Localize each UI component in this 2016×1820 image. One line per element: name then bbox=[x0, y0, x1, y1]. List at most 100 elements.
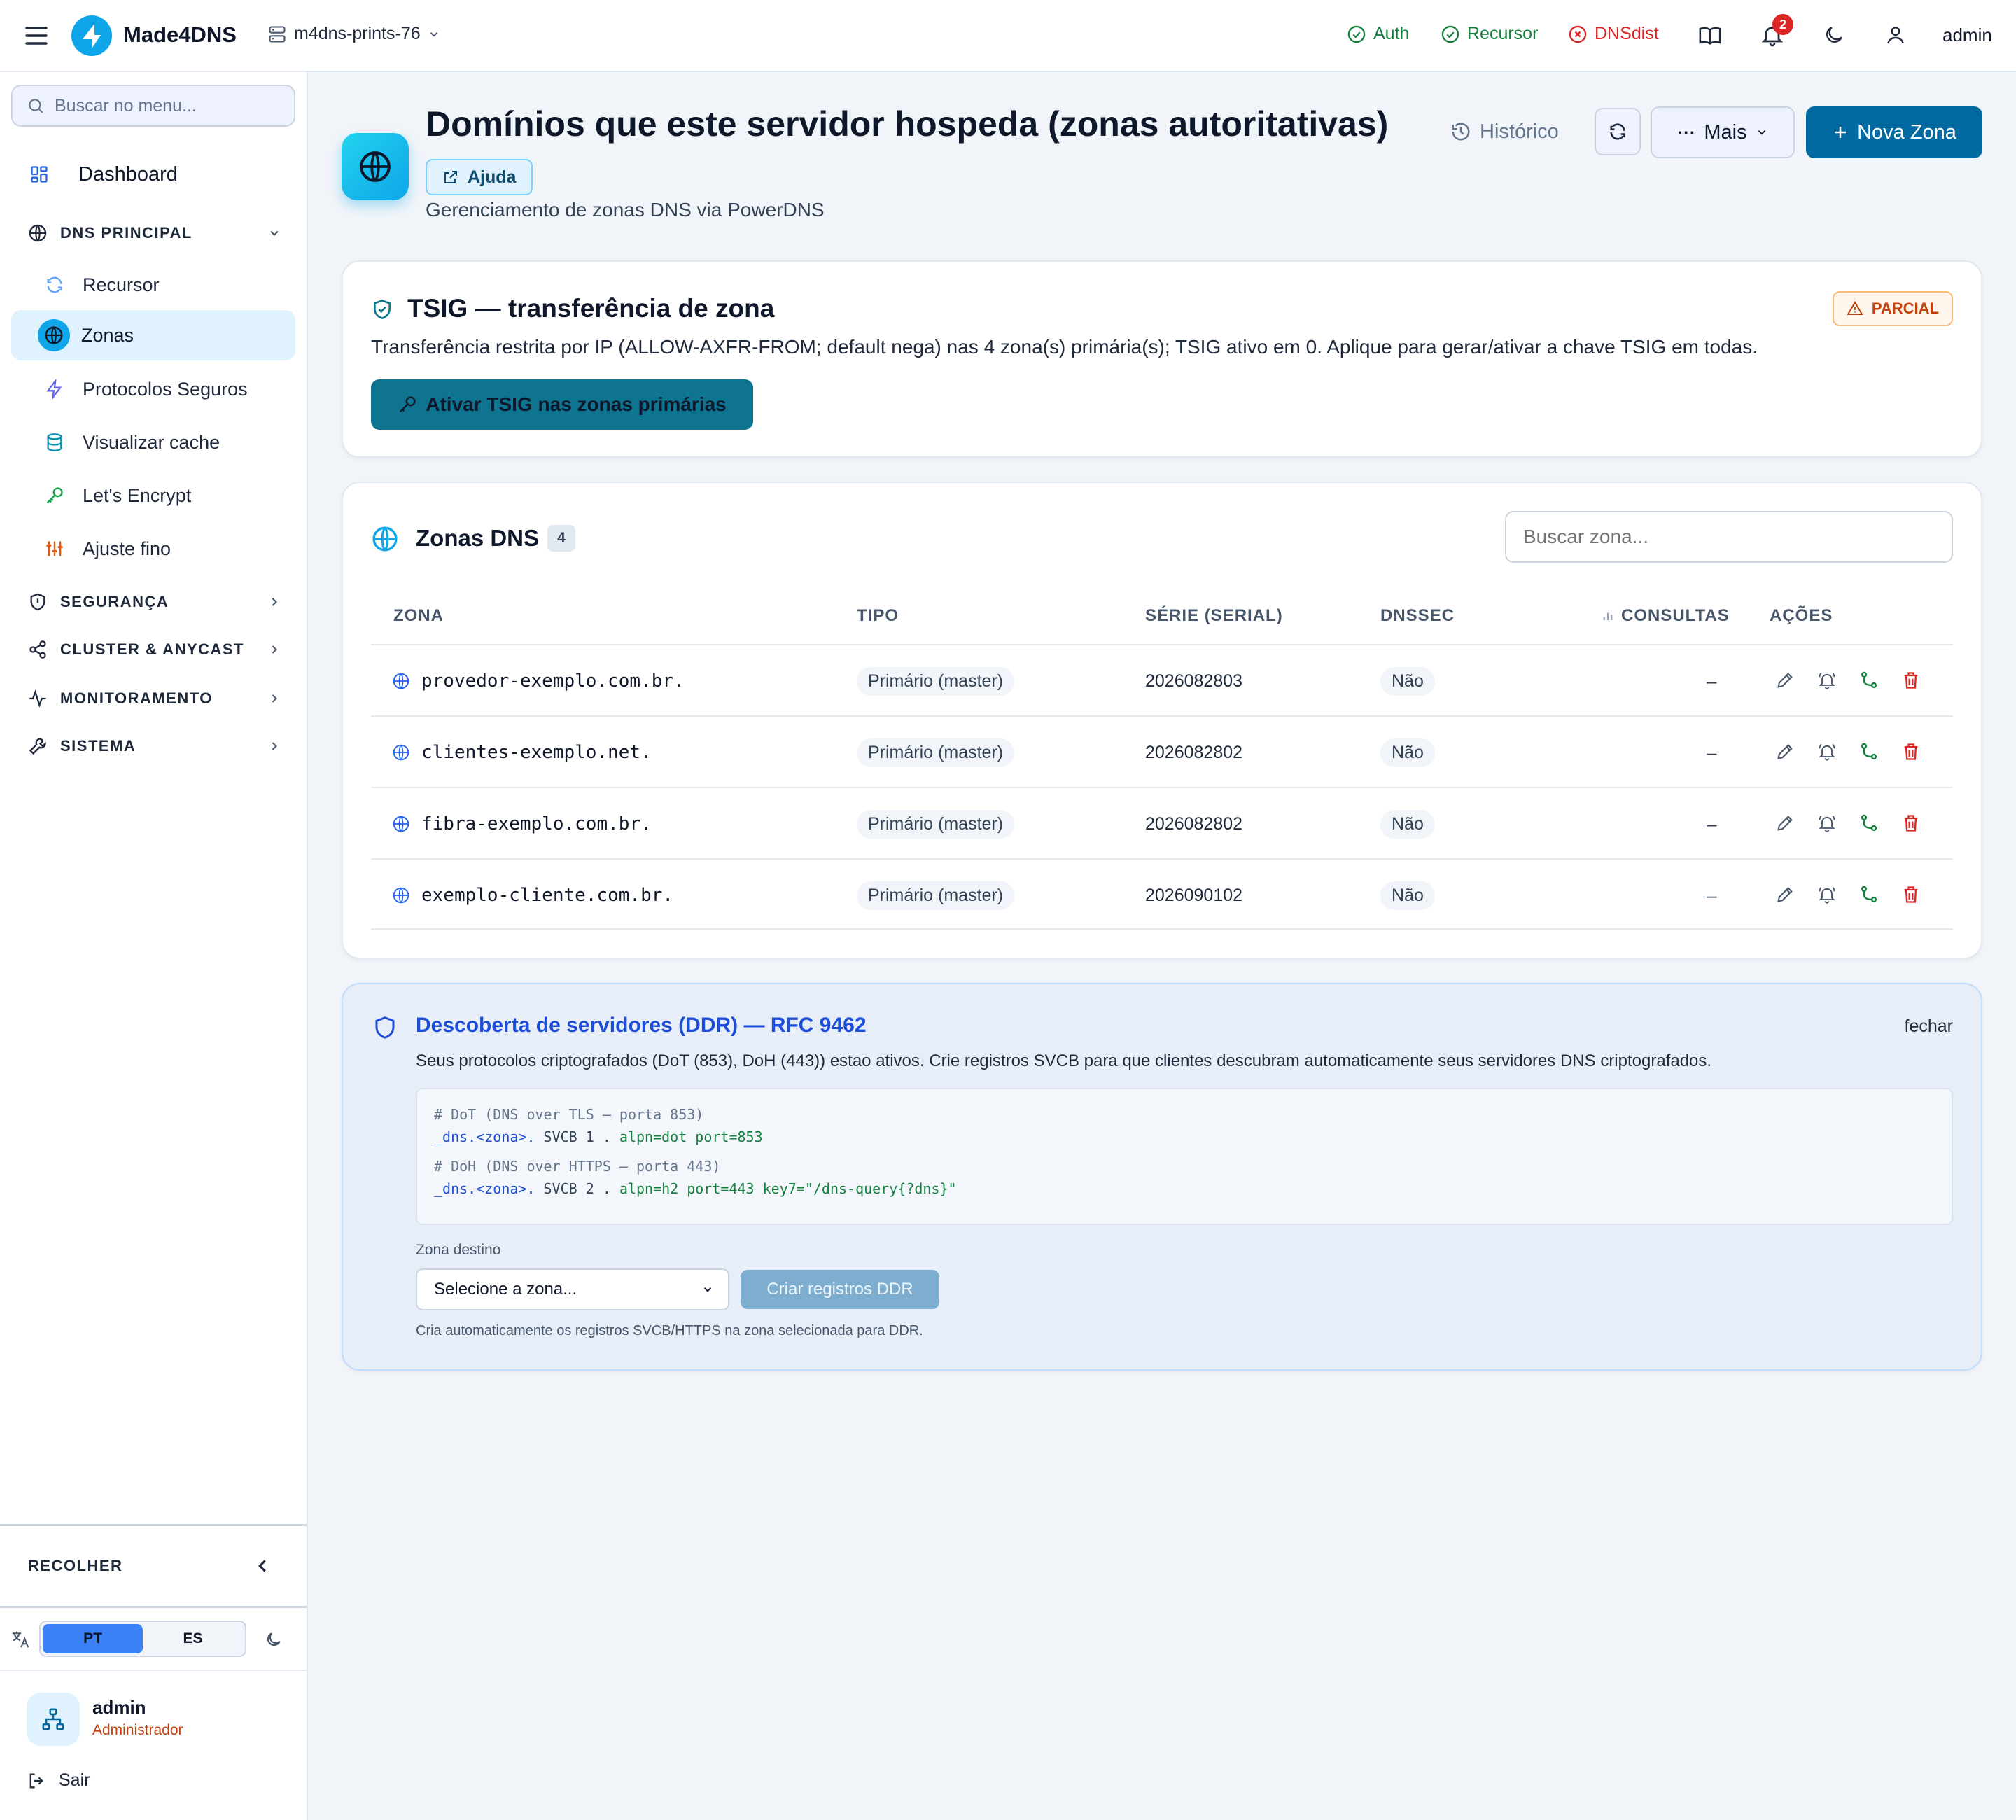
code-record: _dns.<zona>. SVCB 2 . alpn=h2 port=443 k… bbox=[434, 1177, 1935, 1200]
sidebar-item-lets-encrypt[interactable]: Let's Encrypt bbox=[11, 471, 295, 520]
activate-tsig-button[interactable]: Ativar TSIG nas zonas primárias bbox=[371, 379, 753, 430]
git-branch-icon[interactable] bbox=[1859, 671, 1879, 690]
dark-mode-moon-icon[interactable] bbox=[265, 1630, 283, 1648]
column-header-queries[interactable]: CONSULTAS bbox=[1602, 606, 1730, 626]
notifications-badge: 2 bbox=[1772, 14, 1793, 35]
table-row[interactable]: exemplo-cliente.com.br. Primário (master)… bbox=[371, 858, 1953, 930]
user-icon[interactable] bbox=[1884, 24, 1907, 46]
sidebar: Buscar no menu... Dashboard DNS PRINCIPA… bbox=[0, 72, 308, 1820]
sidebar-item-label: Let's Encrypt bbox=[83, 484, 192, 506]
target-zone-select[interactable]: Selecione a zona... bbox=[416, 1268, 729, 1310]
dnssec-cell: Não bbox=[1380, 645, 1435, 717]
logout-button[interactable]: Sair bbox=[27, 1770, 90, 1791]
user-menu-label[interactable]: admin bbox=[1942, 24, 1992, 46]
column-header-zone[interactable]: ZONA bbox=[393, 606, 444, 626]
language-es-button[interactable]: ES bbox=[143, 1624, 243, 1653]
history-button[interactable]: Histórico bbox=[1442, 111, 1567, 153]
zone-queries: – bbox=[1707, 813, 1717, 834]
key-icon bbox=[399, 396, 416, 413]
zone-cell[interactable]: fibra-exemplo.com.br. bbox=[392, 788, 652, 860]
sidebar-item-zonas[interactable]: Zonas bbox=[11, 310, 295, 360]
language-pt-button[interactable]: PT bbox=[43, 1624, 143, 1653]
refresh-button[interactable] bbox=[1595, 108, 1641, 155]
zone-type-badge: Primário (master) bbox=[857, 738, 1015, 767]
zone-search-input[interactable] bbox=[1505, 511, 1953, 563]
sidebar-item-ajuste-fino[interactable]: Ajuste fino bbox=[11, 524, 295, 573]
ddr-close-button[interactable]: fechar bbox=[1905, 1016, 1953, 1037]
sidebar-section-cluster[interactable]: CLUSTER & ANYCAST bbox=[11, 626, 295, 673]
user-avatar[interactable] bbox=[27, 1693, 80, 1746]
shield-icon bbox=[30, 593, 46, 611]
column-header-dnssec[interactable]: DNSSEC bbox=[1380, 606, 1455, 626]
status-auth[interactable]: Auth bbox=[1347, 24, 1409, 44]
dark-mode-moon-icon[interactable] bbox=[1823, 24, 1845, 46]
tsig-title: TSIG — transferência de zona bbox=[407, 294, 775, 323]
notify-bell-icon[interactable] bbox=[1817, 671, 1837, 690]
create-ddr-records-button[interactable]: Criar registros DDR bbox=[741, 1270, 939, 1309]
notify-bell-icon[interactable] bbox=[1817, 885, 1837, 904]
sidebar-item-label: Recursor bbox=[83, 274, 160, 295]
sidebar-section-monitoramento[interactable]: MONITORAMENTO bbox=[11, 676, 295, 722]
sidebar-section-sistema[interactable]: SISTEMA bbox=[11, 723, 295, 769]
chevron-right-icon bbox=[272, 598, 277, 606]
status-dnsdist[interactable]: DNSdist bbox=[1568, 24, 1659, 44]
trash-icon[interactable] bbox=[1901, 742, 1921, 762]
sidebar-item-recursor[interactable]: Recursor bbox=[11, 260, 295, 309]
new-zone-button[interactable]: Nova Zona bbox=[1806, 106, 1982, 158]
table-row[interactable]: provedor-exemplo.com.br. Primário (master… bbox=[371, 644, 1953, 715]
sidebar-item-dashboard[interactable]: Dashboard bbox=[11, 153, 295, 195]
zones-card: Zonas DNS 4 ZONA TIPO SÉRIE (SERIAL) DNS… bbox=[342, 482, 1982, 959]
trash-icon[interactable] bbox=[1901, 885, 1921, 904]
activate-tsig-label: Ativar TSIG nas zonas primárias bbox=[426, 393, 727, 415]
docs-book-icon[interactable] bbox=[1698, 24, 1722, 48]
type-cell: Primário (master) bbox=[857, 645, 1015, 717]
sidebar-section-dns[interactable]: DNS PRINCIPAL bbox=[11, 212, 295, 254]
key-icon bbox=[46, 487, 63, 504]
notify-bell-icon[interactable] bbox=[1817, 742, 1837, 762]
help-button[interactable]: Ajuda bbox=[426, 159, 533, 195]
trash-icon[interactable] bbox=[1901, 813, 1921, 833]
chevron-right-icon bbox=[272, 742, 277, 750]
zone-cell[interactable]: exemplo-cliente.com.br. bbox=[392, 860, 673, 931]
git-branch-icon[interactable] bbox=[1859, 813, 1879, 833]
zone-cell[interactable]: provedor-exemplo.com.br. bbox=[392, 645, 685, 717]
sidebar-item-visualizar-cache[interactable]: Visualizar cache bbox=[11, 418, 295, 467]
refresh-icon bbox=[47, 276, 62, 293]
table-row[interactable]: clientes-exemplo.net. Primário (master) 20… bbox=[371, 715, 1953, 787]
zone-serial: 2026090102 bbox=[1145, 885, 1243, 905]
dnssec-status-badge: Não bbox=[1380, 738, 1435, 767]
chevron-down-icon bbox=[430, 31, 438, 37]
dnssec-cell: Não bbox=[1380, 788, 1435, 860]
user-name: admin bbox=[92, 1697, 146, 1718]
edit-pencil-icon[interactable] bbox=[1775, 742, 1795, 762]
language-switcher: PT ES bbox=[0, 1608, 307, 1671]
collapse-sidebar-button[interactable]: RECOLHER bbox=[0, 1526, 307, 1606]
git-branch-icon[interactable] bbox=[1859, 742, 1879, 762]
column-header-serial[interactable]: SÉRIE (SERIAL) bbox=[1145, 606, 1283, 626]
menu-toggle-icon[interactable] bbox=[25, 25, 48, 46]
column-header-type[interactable]: TIPO bbox=[857, 606, 899, 626]
sidebar-section-seguranca[interactable]: SEGURANÇA bbox=[11, 579, 295, 625]
translate-icon bbox=[12, 1631, 29, 1648]
table-row[interactable]: fibra-exemplo.com.br. Primário (master) 20… bbox=[371, 787, 1953, 858]
edit-pencil-icon[interactable] bbox=[1775, 813, 1795, 833]
git-branch-icon[interactable] bbox=[1859, 885, 1879, 904]
ddr-description: Seus protocolos criptografados (DoT (853… bbox=[416, 1051, 1712, 1070]
more-menu-button[interactable]: ··· Mais bbox=[1651, 106, 1795, 158]
server-selector[interactable]: m4dns-prints-76 bbox=[267, 24, 440, 44]
brand-logo-icon bbox=[71, 15, 112, 56]
zone-cell[interactable]: clientes-exemplo.net. bbox=[392, 717, 652, 788]
sidebar-item-protocolos-seguros[interactable]: Protocolos Seguros bbox=[11, 365, 295, 414]
sidebar-item-label: Visualizar cache bbox=[83, 431, 220, 453]
brand-name[interactable]: Made4DNS bbox=[123, 22, 237, 48]
edit-pencil-icon[interactable] bbox=[1775, 885, 1795, 904]
page-subtitle: Gerenciamento de zonas DNS via PowerDNS bbox=[426, 199, 825, 220]
edit-pencil-icon[interactable] bbox=[1775, 671, 1795, 690]
share-nodes-icon bbox=[29, 640, 46, 659]
status-recursor[interactable]: Recursor bbox=[1441, 24, 1538, 44]
notify-bell-icon[interactable] bbox=[1817, 813, 1837, 833]
dashboard-grid-icon bbox=[31, 166, 48, 183]
trash-icon[interactable] bbox=[1901, 671, 1921, 690]
menu-search-input[interactable]: Buscar no menu... bbox=[11, 85, 295, 127]
zone-type-badge: Primário (master) bbox=[857, 666, 1015, 696]
